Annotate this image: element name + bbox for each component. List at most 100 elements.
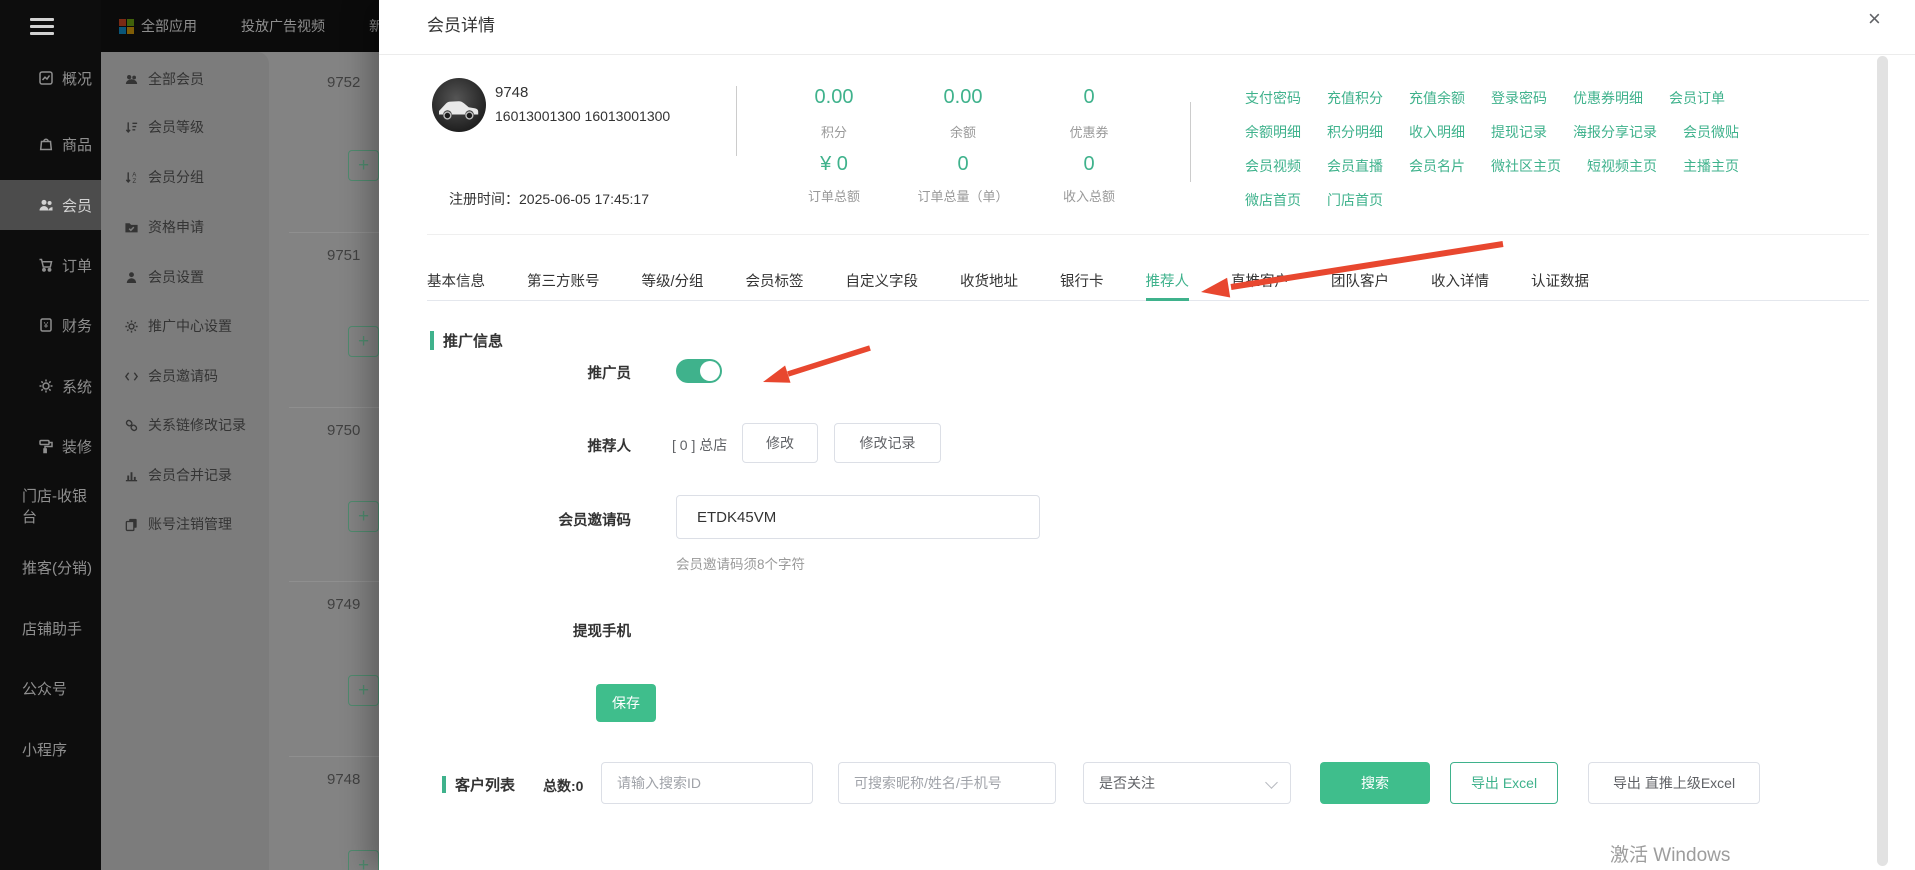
link-member-posts[interactable]: 会员微贴 bbox=[1683, 122, 1739, 142]
export-upline-excel-button[interactable]: 导出 直推上级Excel bbox=[1588, 762, 1760, 804]
link-member-card[interactable]: 会员名片 bbox=[1409, 156, 1465, 176]
submenu-member-settings[interactable]: 会员设置 bbox=[124, 265, 204, 289]
link-login-password[interactable]: 登录密码 bbox=[1491, 88, 1547, 108]
link-member-orders[interactable]: 会员订单 bbox=[1669, 88, 1725, 108]
expand-plus-button[interactable]: + bbox=[348, 326, 379, 357]
link-income-detail[interactable]: 收入明细 bbox=[1409, 122, 1465, 142]
tab-direct-customers[interactable]: 直推客户 bbox=[1231, 268, 1289, 300]
sidebar-item-system[interactable]: 系统 bbox=[0, 373, 101, 399]
order-count-label: 订单总量（单） bbox=[917, 189, 1009, 204]
topbar-ad-video[interactable]: 投放广告视频 bbox=[241, 16, 325, 36]
submenu-all-members[interactable]: 全部会员 bbox=[124, 67, 204, 91]
tab-level-group[interactable]: 等级/分组 bbox=[642, 268, 704, 300]
sidebar-label: 概况 bbox=[62, 70, 93, 88]
invite-code-input[interactable] bbox=[676, 495, 1040, 539]
sidebar-item-official-account[interactable]: 公众号 bbox=[0, 675, 101, 701]
link-community-home[interactable]: 微社区主页 bbox=[1491, 156, 1561, 176]
submenu-account-cancellation[interactable]: 账号注销管理 bbox=[124, 512, 232, 536]
svg-text:Z: Z bbox=[132, 178, 136, 185]
link-member-video[interactable]: 会员视频 bbox=[1245, 156, 1301, 176]
sidebar-item-member[interactable]: 会员 bbox=[0, 180, 101, 230]
topbar-all-apps[interactable]: 全部应用 bbox=[119, 16, 197, 36]
submenu-qualification[interactable]: 资格申请 bbox=[124, 215, 204, 239]
submenu-label: 会员邀请码 bbox=[148, 368, 218, 384]
link-withdraw-record[interactable]: 提现记录 bbox=[1491, 122, 1547, 142]
sidebar-item-mini-program[interactable]: 小程序 bbox=[0, 736, 101, 762]
link-recharge-points[interactable]: 充值积分 bbox=[1327, 88, 1383, 108]
tab-referrer[interactable]: 推荐人 bbox=[1145, 268, 1189, 301]
link-balance-detail[interactable]: 余额明细 bbox=[1245, 122, 1301, 142]
link-micro-store-home[interactable]: 微店首页 bbox=[1245, 190, 1301, 210]
expand-plus-button[interactable]: + bbox=[348, 501, 379, 532]
search-name-input[interactable] bbox=[838, 762, 1056, 804]
tab-income-detail[interactable]: 收入详情 bbox=[1431, 268, 1489, 300]
quick-links-row: 支付密码 充值积分 充值余额 登录密码 优惠券明细 会员订单 bbox=[1245, 88, 1825, 108]
tab-member-tags[interactable]: 会员标签 bbox=[746, 268, 804, 300]
customer-list-section: 客户列表 bbox=[442, 774, 515, 795]
submenu-label: 会员分组 bbox=[148, 169, 204, 185]
export-excel-button[interactable]: 导出 Excel bbox=[1450, 762, 1558, 804]
link-store-home[interactable]: 门店首页 bbox=[1327, 190, 1383, 210]
tab-custom-fields[interactable]: 自定义字段 bbox=[846, 268, 919, 300]
main-sidebar: 概况 商品 会员 订单 ¥ 财务 系统 装修 门店-收银台 推客(分销) 店铺助… bbox=[0, 0, 101, 870]
tab-team-customers[interactable]: 团队客户 bbox=[1331, 268, 1389, 300]
member-id: 9750 bbox=[327, 422, 361, 439]
modify-button[interactable]: 修改 bbox=[742, 423, 818, 463]
expand-plus-button[interactable]: + bbox=[348, 150, 379, 181]
submenu-label: 全部会员 bbox=[148, 71, 204, 87]
scrollbar[interactable] bbox=[1877, 56, 1888, 866]
code-icon bbox=[124, 371, 139, 381]
users-group-icon bbox=[125, 74, 138, 84]
tab-shipping-address[interactable]: 收货地址 bbox=[960, 268, 1018, 300]
submenu-promotion-center[interactable]: 推广中心设置 bbox=[124, 314, 232, 338]
follow-select[interactable]: 是否关注 bbox=[1083, 762, 1291, 804]
link-member-live[interactable]: 会员直播 bbox=[1327, 156, 1383, 176]
gear-icon bbox=[125, 319, 138, 333]
sidebar-item-overview[interactable]: 概况 bbox=[0, 65, 101, 91]
sidebar-item-store-pos[interactable]: 门店-收银台 bbox=[0, 488, 101, 526]
quick-links-row: 会员视频 会员直播 会员名片 微社区主页 短视频主页 主播主页 bbox=[1245, 156, 1825, 176]
sidebar-item-goods[interactable]: 商品 bbox=[0, 131, 101, 157]
close-icon[interactable]: × bbox=[1868, 6, 1881, 32]
link-pay-password[interactable]: 支付密码 bbox=[1245, 88, 1301, 108]
submenu-merge-record[interactable]: 会员合并记录 bbox=[124, 463, 232, 487]
link-coupon-detail[interactable]: 优惠券明细 bbox=[1573, 88, 1643, 108]
row-divider bbox=[289, 407, 379, 408]
member-submenu: 全部会员 会员等级 AZ 会员分组 资格申请 会员设置 推广中心设置 会员邀请码 bbox=[101, 52, 269, 870]
submenu-member-group[interactable]: AZ 会员分组 bbox=[124, 165, 204, 189]
link-short-video-home[interactable]: 短视频主页 bbox=[1587, 156, 1657, 176]
expand-plus-button[interactable]: + bbox=[348, 850, 379, 870]
sidebar-label: 会员 bbox=[62, 197, 93, 215]
tab-auth-data[interactable]: 认证数据 bbox=[1531, 268, 1589, 300]
toggle-knob bbox=[700, 361, 720, 381]
submenu-member-level[interactable]: 会员等级 bbox=[124, 115, 204, 139]
invite-code-label: 会员邀请码 bbox=[558, 513, 632, 529]
promoter-toggle[interactable] bbox=[676, 359, 722, 383]
tab-bank-card[interactable]: 银行卡 bbox=[1060, 268, 1104, 300]
sidebar-item-orders[interactable]: 订单 bbox=[0, 252, 101, 278]
svg-text:¥: ¥ bbox=[43, 321, 49, 330]
link-recharge-balance[interactable]: 充值余额 bbox=[1409, 88, 1465, 108]
tab-basic-info[interactable]: 基本信息 bbox=[427, 268, 485, 300]
submenu-invite-code[interactable]: 会员邀请码 bbox=[124, 364, 218, 388]
vertical-divider bbox=[1190, 102, 1191, 182]
sidebar-item-shop-assistant[interactable]: 店铺助手 bbox=[0, 615, 101, 641]
link-poster-share-record[interactable]: 海报分享记录 bbox=[1573, 122, 1657, 142]
sidebar-item-decorate[interactable]: 装修 bbox=[0, 433, 101, 459]
tab-third-party[interactable]: 第三方账号 bbox=[527, 268, 600, 300]
save-button[interactable]: 保存 bbox=[596, 684, 656, 722]
search-button[interactable]: 搜索 bbox=[1320, 762, 1430, 804]
member-id: 9752 bbox=[327, 74, 361, 91]
expand-plus-button[interactable]: + bbox=[348, 675, 379, 706]
search-id-input[interactable] bbox=[601, 762, 813, 804]
sidebar-label: 店铺助手 bbox=[22, 620, 83, 638]
submenu-relation-chain-log[interactable]: 关系链修改记录 bbox=[124, 413, 246, 437]
hamburger-menu-icon[interactable] bbox=[30, 14, 54, 38]
link-points-detail[interactable]: 积分明细 bbox=[1327, 122, 1383, 142]
order-amount-value: ¥ 0 bbox=[820, 153, 848, 175]
quick-links-row: 余额明细 积分明细 收入明细 提现记录 海报分享记录 会员微贴 bbox=[1245, 122, 1825, 142]
modify-log-button[interactable]: 修改记录 bbox=[834, 423, 941, 463]
sidebar-item-distribution[interactable]: 推客(分销) bbox=[0, 554, 101, 580]
sidebar-item-finance[interactable]: ¥ 财务 bbox=[0, 312, 101, 338]
link-streamer-home[interactable]: 主播主页 bbox=[1683, 156, 1739, 176]
